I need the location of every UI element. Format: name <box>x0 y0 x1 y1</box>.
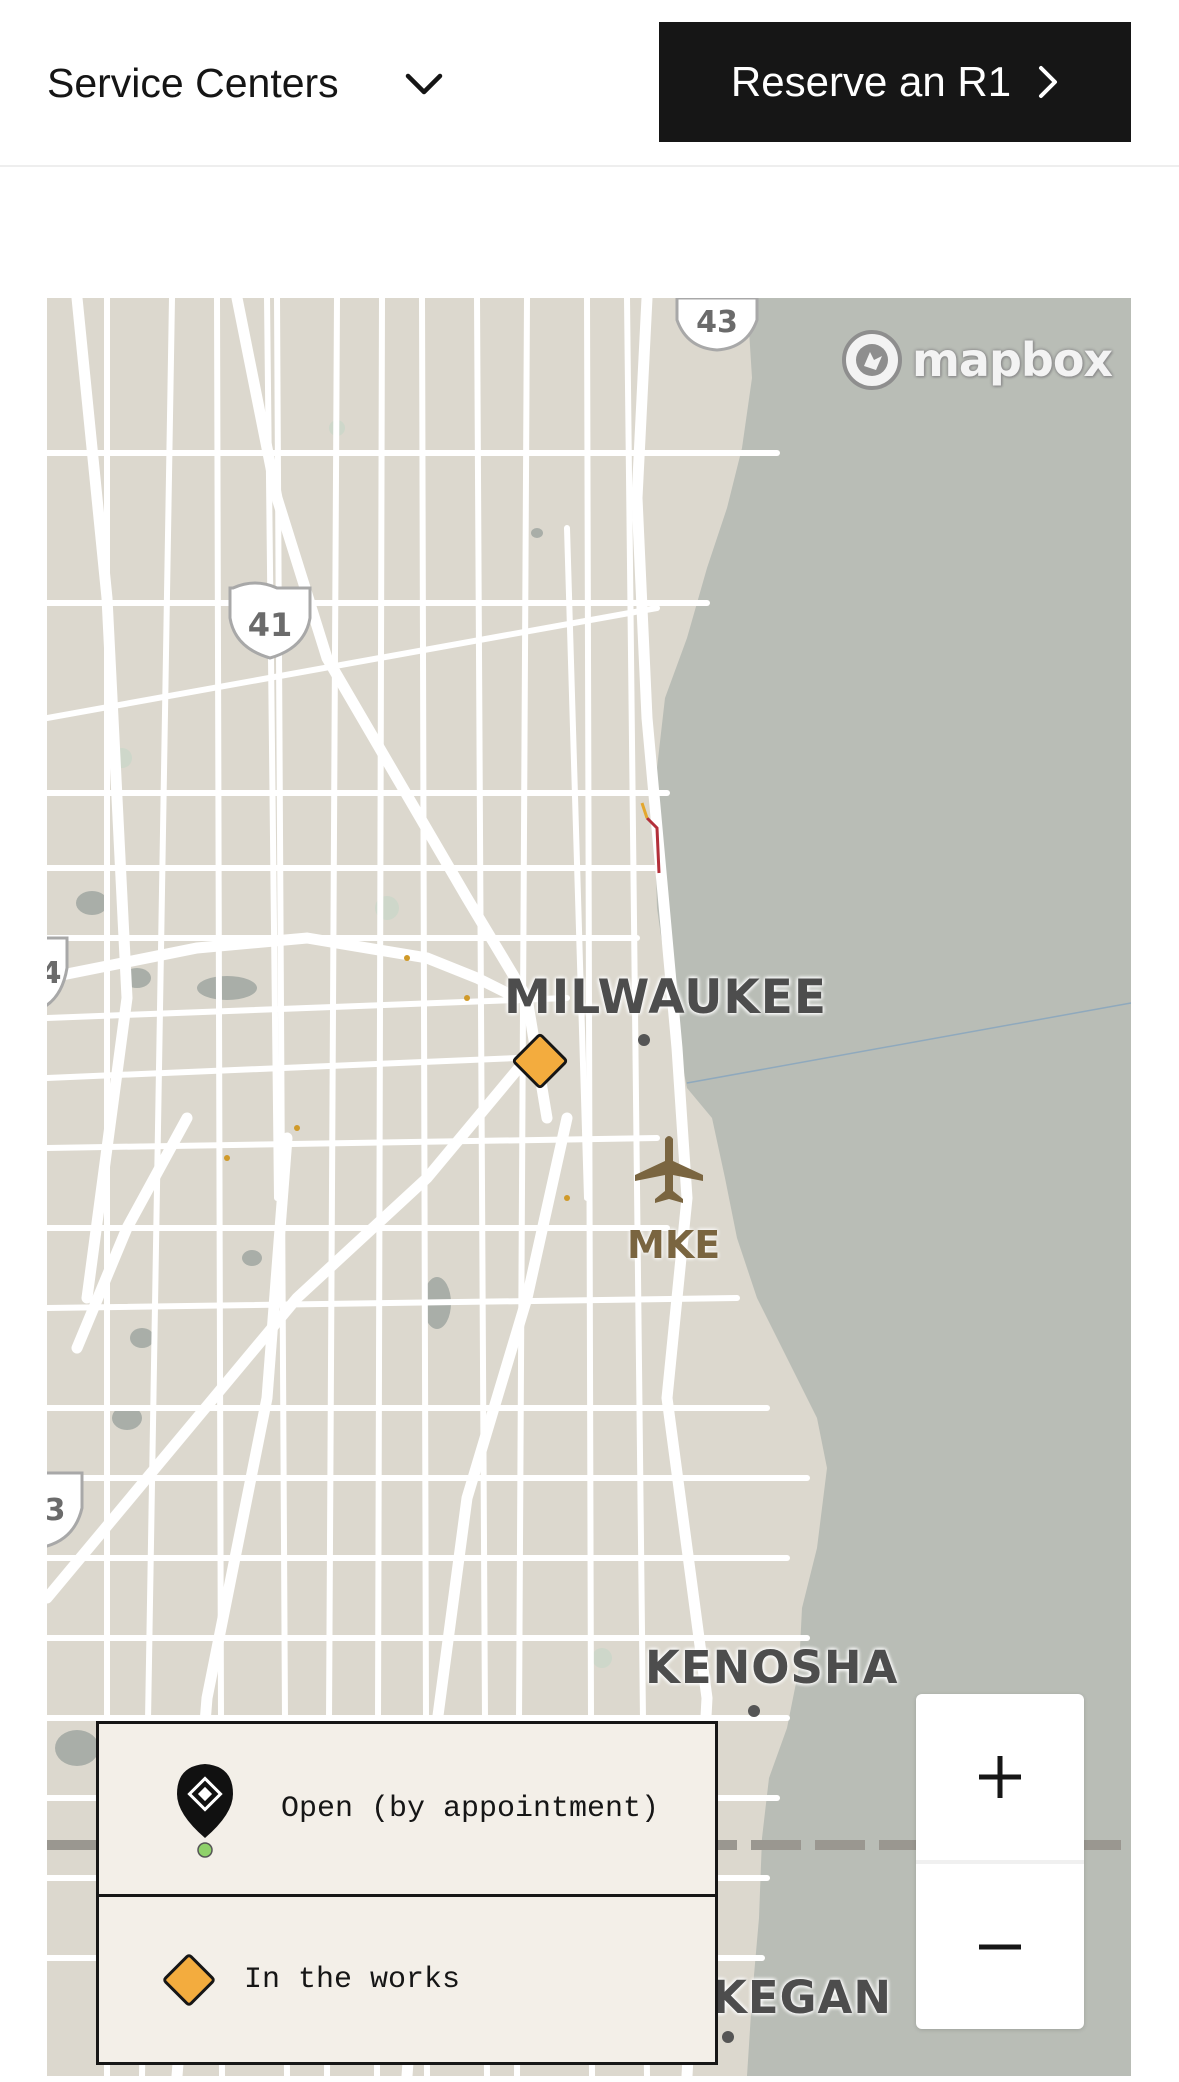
legend-label-open: Open (by appointment) <box>281 1792 660 1826</box>
legend-item-open: Open (by appointment) <box>99 1724 715 1897</box>
zoom-out-button[interactable] <box>916 1864 1084 2029</box>
city-label-waukegan: KEGAN <box>712 1971 893 2024</box>
plus-icon <box>979 1756 1021 1798</box>
mapbox-icon <box>842 330 902 390</box>
reserve-r1-button[interactable]: Reserve an R1 <box>659 22 1131 142</box>
legend-label-in-the-works: In the works <box>244 1963 461 1997</box>
city-label-kenosha: KENOSHA <box>645 1641 899 1694</box>
svg-text:4: 4 <box>47 956 61 991</box>
svg-text:3: 3 <box>47 1493 65 1528</box>
svg-text:41: 41 <box>248 606 293 644</box>
mapbox-attribution-logo[interactable]: mapbox <box>840 328 1113 392</box>
mapbox-wordmark: mapbox <box>912 333 1113 387</box>
minus-icon <box>979 1944 1021 1950</box>
diamond-marker-icon <box>163 1954 215 2006</box>
chevron-right-icon <box>1039 66 1058 98</box>
location-pin-icon <box>177 1764 233 1858</box>
dropdown-label: Service Centers <box>47 59 339 106</box>
chevron-down-icon <box>405 73 443 95</box>
zoom-controls <box>916 1694 1084 2029</box>
legend-item-in-the-works: In the works <box>99 1895 715 2065</box>
service-center-map[interactable]: 43 41 4 3 mapbox MILWAUKEE MKE KENOSHA K… <box>47 298 1131 2076</box>
zoom-in-button[interactable] <box>916 1694 1084 1864</box>
map-legend: Open (by appointment) In the works <box>96 1721 718 2065</box>
service-centers-dropdown[interactable]: Service Centers <box>47 50 467 116</box>
site-header: Service Centers Reserve an R1 <box>0 0 1179 167</box>
reserve-label: Reserve an R1 <box>730 58 1012 105</box>
svg-text:43: 43 <box>696 305 738 340</box>
city-label-milwaukee: MILWAUKEE <box>504 970 828 1025</box>
airport-label-mke: MKE <box>627 1223 721 1267</box>
